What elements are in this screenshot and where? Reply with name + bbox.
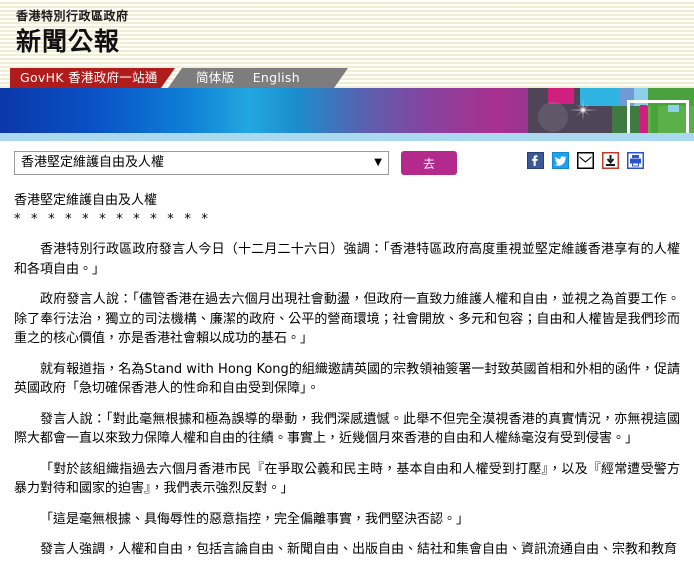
controls-row: 香港堅定維護自由及人權 ▼ 去	[0, 141, 694, 183]
banner-art-white-frame	[627, 100, 689, 133]
article-paragraph: 發言人強調，人權和自由，包括言論自由、新聞自由、出版自由、結社和集會自由、資訊流…	[14, 540, 680, 560]
article-separator: * * * * * * * * * * * *	[14, 210, 680, 229]
banner-underline	[0, 133, 694, 141]
print-icon[interactable]	[627, 152, 644, 169]
article-title: 香港堅定維護自由及人權	[14, 191, 680, 210]
article-paragraph: 發言人說：「對此毫無根據和極為誤導的舉動，我們深感遺憾。此舉不但完全漠視香港的真…	[14, 410, 680, 449]
article-body: 香港堅定維護自由及人權 * * * * * * * * * * * * 香港特別…	[0, 191, 694, 560]
site-banner	[0, 88, 694, 133]
tab-strip: GovHK 香港政府一站通 简体版 English	[0, 68, 694, 88]
go-button[interactable]: 去	[401, 151, 457, 175]
download-icon[interactable]	[602, 152, 619, 169]
article-paragraph: 「這是毫無根據、具侮辱性的惡意指控，完全偏離事實，我們堅決否認。」	[14, 510, 680, 530]
page-title: 新聞公報	[16, 26, 694, 57]
article-paragraph: 就有報道指，名為Stand with Hong Kong的組織邀請英國的宗教領袖…	[14, 360, 680, 399]
site-header: 香港特別行政區政府 新聞公報	[0, 0, 694, 68]
twitter-icon[interactable]	[552, 152, 569, 169]
organisation-name: 香港特別行政區政府	[16, 9, 694, 24]
tab-english[interactable]: English	[253, 70, 300, 85]
article-paragraph: 政府發言人說：「儘管香港在過去六個月出現社會動盪，但政府一直致力維護人權和自由，…	[14, 290, 680, 349]
tab-language-group: 简体版 English	[168, 68, 348, 88]
header-inner: 香港特別行政區政府 新聞公報	[0, 0, 694, 57]
banner-art-starburst	[558, 92, 608, 128]
share-icon-group	[527, 152, 644, 169]
facebook-icon[interactable]	[527, 152, 544, 169]
press-release-select-value: 香港堅定維護自由及人權	[21, 155, 164, 170]
article-paragraph: 香港特別行政區政府發言人今日（十二月二十六日）強調：「香港特區政府高度重視並堅定…	[14, 240, 680, 279]
press-release-select[interactable]: 香港堅定維護自由及人權 ▼	[14, 151, 389, 175]
email-icon[interactable]	[577, 152, 594, 169]
banner-artwork	[528, 88, 694, 133]
chevron-down-icon: ▼	[374, 152, 382, 174]
article-paragraph: 「對於該組織指過去六個月香港市民『在爭取公義和民主時，基本自由和人權受到打壓』，…	[14, 460, 680, 499]
tab-govhk[interactable]: GovHK 香港政府一站通	[10, 68, 175, 88]
tab-simplified-chinese[interactable]: 简体版	[196, 70, 234, 85]
